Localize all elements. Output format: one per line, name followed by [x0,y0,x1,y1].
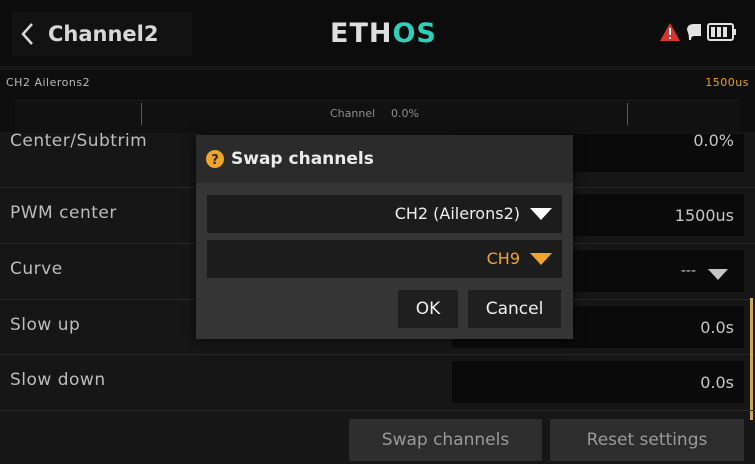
channel-bar [15,100,740,133]
ok-button[interactable]: OK [398,290,458,328]
field-value: 1500us [674,206,734,225]
reset-settings-button[interactable]: Reset settings [550,419,744,461]
logo-text-main: ETH [330,17,393,49]
slow-down-field[interactable]: 0.0s [452,361,744,403]
monitor-channel-name: CH2 Ailerons2 [6,76,91,89]
dialog-body: CH2 (Ailerons2) CH9 OK Cancel [196,183,573,339]
help-icon: ? [206,150,224,168]
source-channel-select[interactable]: CH2 (Ailerons2) [207,195,562,233]
dialog-header: ? Swap channels [196,135,573,183]
monitor-label: Channel [330,107,376,120]
top-bar: Channel2 ETH OS [0,0,755,66]
channel-monitor: CH2 Ailerons2 1500us Channel 0.0% [0,70,755,133]
warning-icon[interactable] [659,22,681,42]
row-label: Center/Subtrim [10,131,148,151]
brand-logo: ETH OS [330,17,437,49]
status-icons [659,22,737,42]
row-label: Slow down [10,370,106,390]
field-value: 0.0s [700,318,734,337]
monitor-output-us: 1500us [705,76,749,89]
field-value: --- [680,263,696,279]
chevron-down-icon [530,253,552,265]
row-label: Curve [10,259,63,279]
bar-tick [141,103,142,125]
target-channel-select[interactable]: CH9 [207,240,562,278]
dialog-title: Swap channels [231,149,374,169]
logo-text-accent: OS [392,17,437,49]
scrollbar[interactable] [750,298,753,420]
row-label: PWM center [10,203,117,223]
cancel-button[interactable]: Cancel [468,290,561,328]
battery-icon [707,23,736,41]
app-screen: Channel2 ETH OS CH2 Ailerons2 1500us Cha… [0,0,755,464]
chevron-down-icon [708,269,728,280]
select-value: CH9 [486,249,520,268]
action-row: Swap channels Reset settings [0,410,755,464]
back-button[interactable]: Channel2 [12,12,192,56]
field-value: 0.0s [700,373,734,392]
swap-channels-button[interactable]: Swap channels [349,419,542,461]
row-slow-down: Slow down 0.0s [0,354,755,410]
svg-text:?: ? [211,153,219,168]
row-label: Slow up [10,315,81,335]
rf-signal-icon [687,24,701,40]
chevron-down-icon [530,208,552,220]
bar-tick [627,103,628,125]
chevron-left-icon [21,23,33,45]
swap-channels-dialog: ? Swap channels CH2 (Ailerons2) CH9 OK C… [196,135,573,339]
monitor-value: 0.0% [391,107,419,120]
field-value: 0.0% [693,131,734,150]
select-value: CH2 (Ailerons2) [394,204,520,223]
page-title: Channel2 [48,22,159,46]
